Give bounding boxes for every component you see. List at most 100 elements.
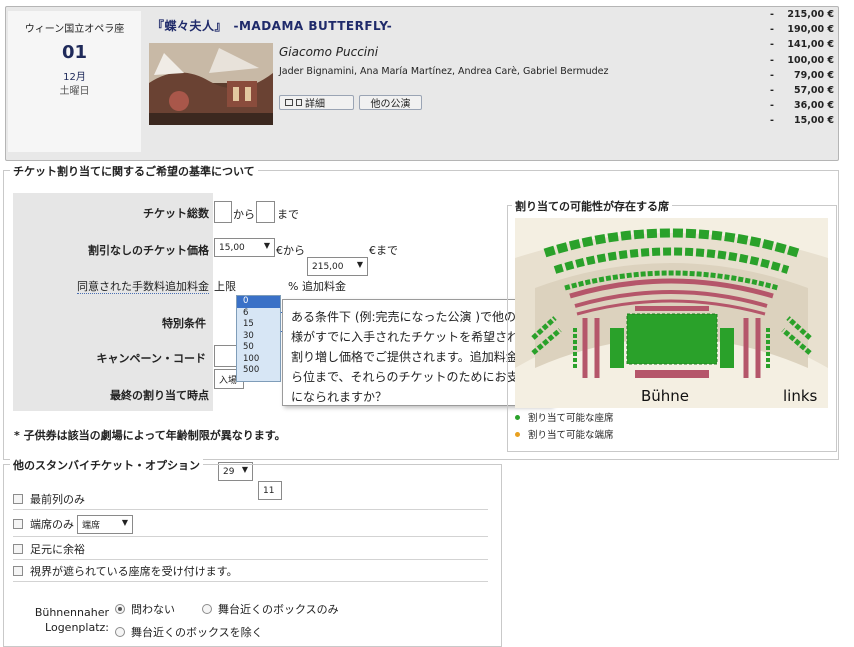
- option-label: 最前列のみ: [30, 493, 85, 506]
- other-performances-button[interactable]: 他の公演: [359, 95, 422, 110]
- chevron-down-icon: ▼: [356, 260, 363, 269]
- price-max-value: 215,00: [312, 261, 344, 272]
- box-exclude-radio[interactable]: [115, 627, 125, 637]
- show-title[interactable]: 『蝶々夫人』 -MADAMA BUTTERFLY-: [152, 17, 392, 34]
- special-condition-label: 特別条件: [162, 317, 206, 330]
- price-max-select[interactable]: 215,00 ▼: [307, 257, 368, 276]
- map-legend-available: 割り当て可能な座席: [515, 410, 614, 424]
- price-list: -215,00 € -190,00 € -141,00 € -100,00 € …: [770, 9, 834, 131]
- event-weekday: 土曜日: [59, 86, 90, 97]
- orange-dot-icon: [515, 431, 520, 437]
- ticket-count-from-input[interactable]: [214, 201, 232, 223]
- fee-option[interactable]: 0: [237, 296, 280, 308]
- ticket-count-from-text: から: [233, 208, 255, 221]
- radio-label: 舞台近くのボックスのみ: [218, 603, 339, 616]
- deadline-label: 最終の割り当て時点: [110, 389, 209, 402]
- price-value: 215,00 €: [787, 9, 834, 20]
- price-min-select[interactable]: 15,00 ▼: [214, 238, 275, 257]
- other-performances-label: 他の公演: [370, 99, 411, 110]
- price-dash: -: [770, 24, 774, 36]
- option-obstructed-view[interactable]: 視界が遮られている座席を受け付けます。: [13, 561, 488, 582]
- price-value: 15,00 €: [794, 115, 834, 127]
- children-ticket-footnote: * 子供券は該当の劇場によって年齢制限が異なります。: [14, 429, 286, 442]
- criteria-legend: チケット割り当てに関するご希望の基準について: [10, 163, 258, 179]
- edge-seat-select-value: 端席: [82, 520, 101, 531]
- chevron-down-icon: ▼: [263, 241, 270, 250]
- option-edge-seat[interactable]: 端席のみ 端席 ▼: [13, 512, 488, 537]
- detail-button[interactable]: 詳細: [279, 95, 354, 110]
- price-value: 190,00 €: [787, 24, 834, 36]
- legend-label: 割り当て可能な座席: [528, 413, 614, 424]
- box-any-radio[interactable]: [115, 604, 125, 614]
- option-label: 足元に余裕: [30, 543, 85, 556]
- ticket-count-label: チケット総数: [143, 207, 209, 220]
- fee-label-wrap: 同意された手数料追加料金: [13, 278, 209, 294]
- detail-button-label: 詳細: [305, 99, 325, 110]
- price-dash: -: [770, 69, 774, 81]
- price-row: - 190,00 €: [770, 24, 834, 39]
- fee-option[interactable]: 500: [237, 365, 280, 377]
- box-option-exclude[interactable]: 舞台近くのボックスを除く: [115, 624, 263, 640]
- option-label: 端席のみ: [30, 518, 74, 531]
- document-icon: [296, 99, 302, 106]
- radio-label: 舞台近くのボックスを除く: [131, 626, 263, 639]
- criteria-label-column: [13, 193, 213, 411]
- price-dash: -: [770, 115, 774, 127]
- image-icon: [285, 99, 293, 106]
- date-box: ウィーン国立オペラ座 01 12月 土曜日: [8, 11, 141, 152]
- price-dash: -: [770, 84, 774, 96]
- event-day: 01: [61, 42, 88, 63]
- edge-seat-checkbox[interactable]: [13, 519, 23, 529]
- seat-map: [515, 218, 828, 408]
- standby-legend: 他のスタンバイチケット・オプション: [10, 457, 203, 473]
- event-month: 12月: [63, 72, 86, 83]
- fee-option[interactable]: 100: [237, 354, 280, 366]
- price-row: - 36,00 €: [770, 100, 834, 115]
- venue-name: ウィーン国立オペラ座: [24, 24, 125, 35]
- front-row-checkbox[interactable]: [13, 494, 23, 504]
- seat-map-legend: 割り当ての可能性が存在する席: [512, 198, 672, 214]
- fee-option[interactable]: 30: [237, 331, 280, 343]
- fee-option[interactable]: 50: [237, 342, 280, 354]
- price-dash: -: [770, 100, 774, 112]
- campaign-code-label: キャンペーン・コード: [96, 352, 206, 365]
- ticket-count-to-input[interactable]: [256, 201, 275, 223]
- price-row: - 15,00 €: [770, 115, 834, 130]
- map-legend-edge: 割り当て可能な端席: [515, 427, 614, 441]
- box-option-only[interactable]: 舞台近くのボックスのみ: [202, 601, 339, 617]
- fee-suffix-text: % 追加料金: [288, 280, 346, 293]
- radio-label: 問わない: [131, 603, 175, 616]
- price-range-label: 割引なしのチケット価格: [88, 244, 209, 257]
- ticket-count-to-text: まで: [277, 208, 299, 221]
- price-dash: -: [770, 9, 774, 20]
- edge-seat-select[interactable]: 端席 ▼: [77, 514, 133, 534]
- chevron-down-icon: ▼: [121, 517, 128, 527]
- price-from-text: €から: [276, 244, 305, 257]
- obstructed-view-checkbox[interactable]: [13, 566, 23, 576]
- price-row: - 100,00 €: [770, 55, 834, 70]
- price-value: 79,00 €: [794, 69, 834, 81]
- legroom-checkbox[interactable]: [13, 544, 23, 554]
- price-min-value: 15,00: [219, 242, 245, 253]
- stage-label: Bühne: [641, 387, 690, 405]
- fee-option[interactable]: 15: [237, 319, 280, 331]
- cast-list: Jader Bignamini, Ana María Martínez, And…: [279, 66, 609, 77]
- side-label: links: [783, 387, 818, 405]
- price-row: - 57,00 €: [770, 85, 834, 100]
- legend-label: 割り当て可能な端席: [528, 430, 614, 441]
- composer: Giacomo Puccini: [279, 45, 379, 59]
- price-value: 36,00 €: [794, 100, 834, 112]
- price-value: 100,00 €: [787, 54, 834, 66]
- option-label: 視界が遮られている座席を受け付けます。: [30, 565, 238, 578]
- fee-option[interactable]: 6: [237, 308, 280, 320]
- option-legroom[interactable]: 足元に余裕: [13, 539, 488, 560]
- option-front-row[interactable]: 最前列のみ: [13, 489, 488, 510]
- box-label-line1: Bühnennaher: [34, 606, 109, 619]
- price-dash: -: [770, 39, 774, 51]
- box-option-any[interactable]: 問わない: [115, 601, 175, 617]
- show-thumbnail[interactable]: [149, 43, 273, 125]
- price-row: - 79,00 €: [770, 70, 834, 85]
- fee-label[interactable]: 同意された手数料追加料金: [77, 280, 209, 294]
- fee-dropdown-list[interactable]: 0 6 15 30 50 100 500: [236, 295, 281, 382]
- box-only-radio[interactable]: [202, 604, 212, 614]
